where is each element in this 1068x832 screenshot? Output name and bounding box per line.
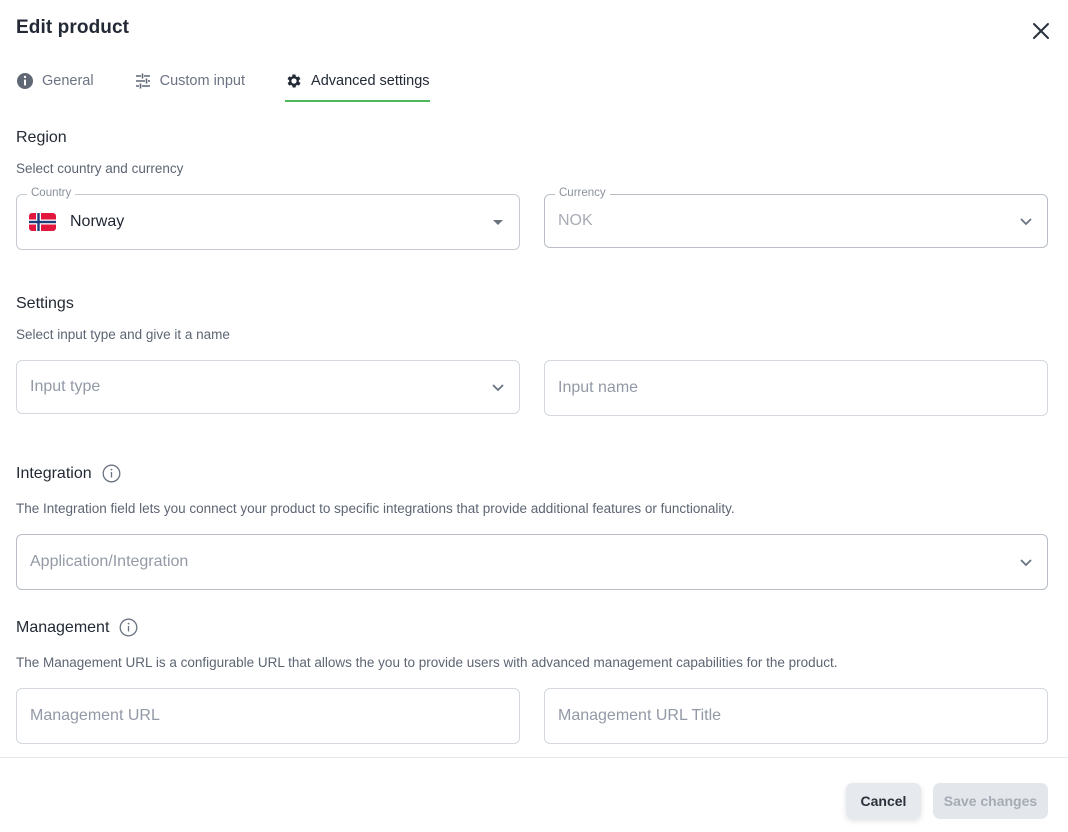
- input-name-field[interactable]: Input name: [544, 360, 1048, 416]
- chevron-down-icon: [491, 380, 505, 394]
- norway-flag-icon: [29, 213, 56, 231]
- country-select[interactable]: Country Norway: [16, 187, 520, 250]
- country-value: Norway: [70, 213, 125, 230]
- dialog-header: Edit product: [0, 0, 1068, 60]
- close-icon: [1033, 23, 1049, 39]
- cancel-button[interactable]: Cancel: [846, 783, 921, 819]
- management-title: Management: [16, 618, 138, 637]
- dialog-title: Edit product: [16, 17, 130, 38]
- tab-label: Custom input: [159, 73, 246, 89]
- integration-placeholder: Application/Integration: [30, 553, 189, 570]
- info-outline-icon[interactable]: [119, 618, 138, 637]
- settings-description: Select input type and give it a name: [16, 327, 230, 342]
- tab-label: General: [42, 73, 94, 89]
- currency-value: NOK: [558, 212, 593, 229]
- info-outline-icon[interactable]: [102, 464, 121, 483]
- input-type-select[interactable]: Input type: [16, 360, 520, 414]
- tab-bar: General Custom input Advanced settings: [16, 66, 470, 102]
- input-name-placeholder: Input name: [558, 379, 639, 396]
- management-url-placeholder: Management URL: [30, 707, 160, 724]
- management-description: The Management URL is a configurable URL…: [16, 655, 838, 670]
- tab-general[interactable]: General: [16, 66, 94, 96]
- sliders-icon: [134, 72, 152, 90]
- currency-label: Currency: [555, 187, 610, 199]
- save-changes-button[interactable]: Save changes: [933, 783, 1048, 819]
- country-label: Country: [27, 187, 76, 199]
- chevron-down-icon: [1019, 555, 1033, 569]
- management-url-title-placeholder: Management URL Title: [558, 707, 722, 724]
- integration-select[interactable]: Application/Integration: [16, 534, 1048, 590]
- input-type-placeholder: Input type: [30, 378, 101, 395]
- management-url-field[interactable]: Management URL: [16, 688, 520, 744]
- dialog-footer: Cancel Save changes: [0, 757, 1068, 832]
- chevron-down-icon: [1019, 214, 1033, 228]
- tab-advanced-settings[interactable]: Advanced settings: [285, 66, 430, 102]
- integration-title: Integration: [16, 464, 121, 483]
- region-title: Region: [16, 129, 67, 147]
- info-icon: [16, 72, 34, 90]
- management-url-title-field[interactable]: Management URL Title: [544, 688, 1048, 744]
- settings-title: Settings: [16, 295, 74, 313]
- integration-title-text: Integration: [16, 464, 92, 482]
- gear-icon: [285, 72, 303, 90]
- management-title-text: Management: [16, 618, 110, 636]
- tab-custom-input[interactable]: Custom input: [134, 66, 245, 96]
- region-description: Select country and currency: [16, 161, 184, 176]
- settings-title-text: Settings: [16, 295, 74, 312]
- region-title-text: Region: [16, 129, 67, 146]
- tab-label: Advanced settings: [311, 73, 430, 89]
- close-button[interactable]: [1030, 20, 1052, 42]
- caret-down-icon: [491, 215, 505, 229]
- integration-description: The Integration field lets you connect y…: [16, 501, 735, 516]
- currency-select[interactable]: Currency NOK: [544, 187, 1048, 248]
